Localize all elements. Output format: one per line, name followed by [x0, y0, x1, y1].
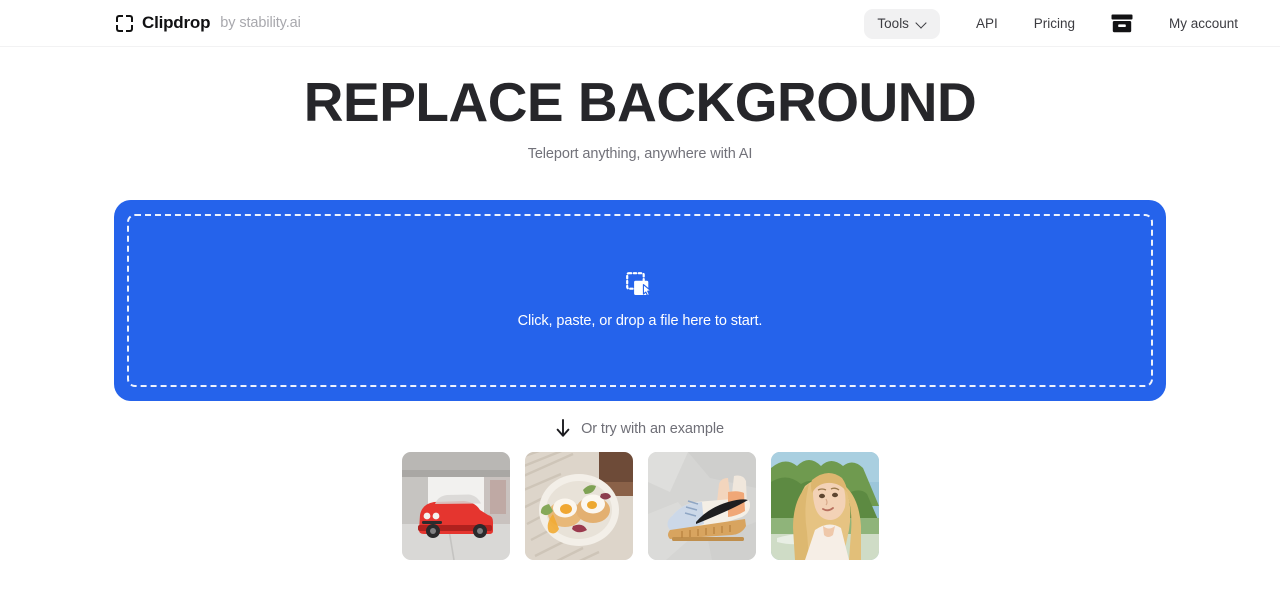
tools-menu-button[interactable]: Tools: [864, 8, 940, 39]
chevron-down-icon: [916, 18, 927, 29]
primary-nav: Tools API Pricing My account: [864, 0, 1280, 47]
examples-section: Or try with an example: [0, 419, 1280, 560]
tools-label: Tools: [877, 16, 909, 31]
example-eggs-benedict[interactable]: [524, 452, 633, 560]
example-red-car[interactable]: [401, 452, 510, 560]
examples-hint: Or try with an example: [0, 419, 1280, 438]
nav-link-my-account[interactable]: My account: [1169, 16, 1238, 31]
example-red-car-image: [401, 452, 510, 560]
file-dropzone[interactable]: Click, paste, or drop a file here to sta…: [114, 200, 1166, 401]
example-eggs-benedict-image: [524, 452, 633, 560]
dropzone-dashed-area: Click, paste, or drop a file here to sta…: [127, 214, 1153, 387]
example-portrait[interactable]: [770, 452, 879, 560]
example-sneaker-image: [647, 452, 756, 560]
page-title: REPLACE BACKGROUND: [303, 71, 977, 133]
dropzone-instruction-text: Click, paste, or drop a file here to sta…: [517, 313, 763, 329]
arrow-down-icon: [556, 419, 570, 437]
archive-box-button[interactable]: [1111, 14, 1133, 33]
archive-box-icon: [1111, 14, 1133, 33]
clipdrop-frame-icon: [116, 15, 133, 32]
brand-logo-link[interactable]: Clipdrop by stability.ai: [116, 13, 301, 33]
drag-drop-cursor-icon: [626, 272, 652, 297]
example-thumbnail-list: [0, 452, 1280, 560]
examples-hint-text: Or try with an example: [581, 420, 724, 437]
top-navigation-bar: Clipdrop by stability.ai Tools API Prici…: [0, 0, 1280, 47]
brand-suffix: by stability.ai: [220, 15, 301, 31]
brand-name: Clipdrop: [142, 13, 211, 32]
example-sneaker[interactable]: [647, 452, 756, 560]
page-subtitle: Teleport anything, anywhere with AI: [527, 146, 753, 162]
hero-section: REPLACE BACKGROUND Teleport anything, an…: [0, 71, 1280, 162]
example-portrait-image: [770, 452, 879, 560]
nav-link-pricing[interactable]: Pricing: [1034, 16, 1075, 31]
dropzone-section: Click, paste, or drop a file here to sta…: [0, 200, 1280, 401]
nav-link-api[interactable]: API: [976, 16, 998, 31]
